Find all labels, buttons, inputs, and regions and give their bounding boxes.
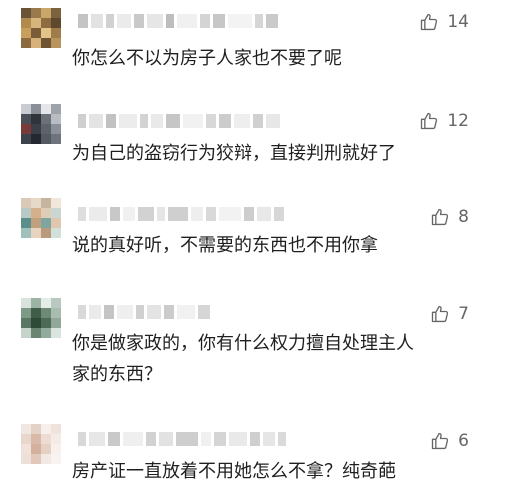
like-count: 8 — [458, 207, 469, 227]
like-count: 7 — [458, 304, 469, 324]
thumbs-up-icon — [432, 208, 449, 226]
thumbs-up-icon — [432, 432, 449, 450]
avatar[interactable] — [21, 298, 61, 338]
comment-text: 房产证一直放着不用她怎么不拿？纯奇葩 — [72, 461, 396, 482]
thumbs-up-icon — [421, 13, 438, 31]
username-blurred[interactable] — [78, 301, 210, 323]
avatar[interactable] — [21, 424, 61, 464]
username-blurred[interactable] — [78, 110, 280, 132]
thumbs-up-icon — [432, 305, 449, 323]
comment-text: 你是做家政的，你有什么权力擅自处理主人 家的东西？ — [72, 333, 414, 385]
username-blurred[interactable] — [78, 203, 284, 225]
username-blurred[interactable] — [78, 428, 286, 450]
like-count: 12 — [447, 111, 469, 131]
like-count: 6 — [458, 431, 469, 451]
like-count: 14 — [447, 12, 469, 32]
like-button[interactable]: 6 — [430, 430, 469, 452]
comment-text: 为自己的盗窃行为狡辩，直接判刑就好了 — [72, 143, 396, 164]
avatar[interactable] — [21, 104, 61, 144]
avatar[interactable] — [21, 198, 61, 238]
username-blurred[interactable] — [78, 10, 278, 32]
like-button[interactable]: 14 — [419, 11, 469, 33]
like-button[interactable]: 8 — [430, 206, 469, 228]
comment-text: 你怎么不以为房子人家也不要了呢 — [72, 48, 342, 69]
avatar[interactable] — [21, 8, 61, 48]
like-button[interactable]: 7 — [430, 303, 469, 325]
comment-text: 说的真好听，不需要的东西也不用你拿 — [72, 235, 378, 256]
thumbs-up-icon — [421, 112, 438, 130]
like-button[interactable]: 12 — [419, 110, 469, 132]
